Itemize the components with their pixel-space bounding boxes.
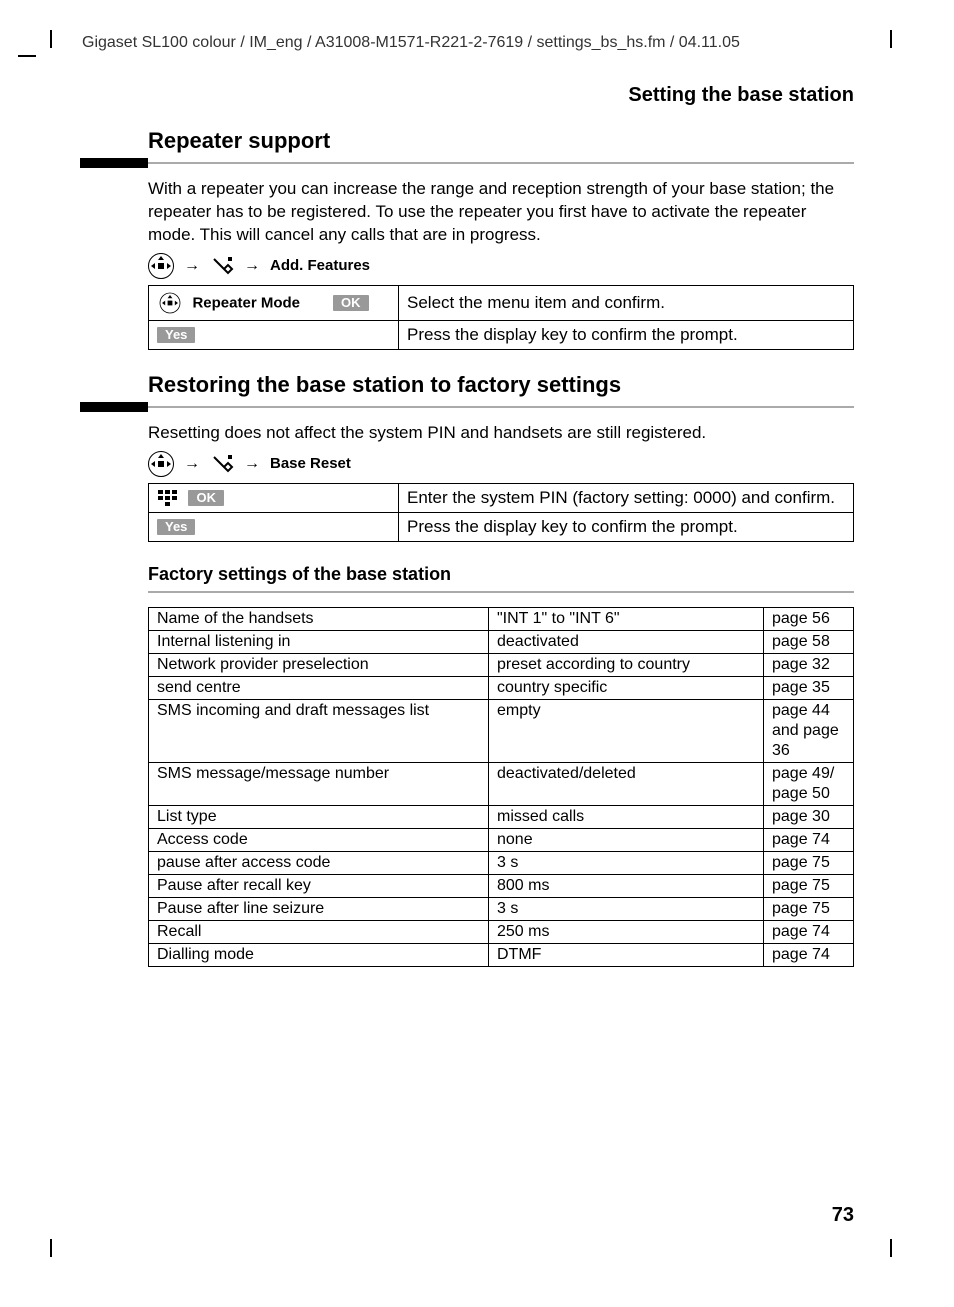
wrench-icon — [210, 453, 234, 475]
nav-icon — [148, 451, 174, 477]
paragraph: With a repeater you can increase the ran… — [148, 178, 854, 247]
table-cell: page 35 — [764, 676, 854, 699]
table-cell: page 74 — [764, 828, 854, 851]
table-row: Repeater Mode OK Select the menu item an… — [149, 285, 854, 320]
table-row: Yes Press the display key to confirm the… — [149, 512, 854, 541]
table-cell: page 75 — [764, 874, 854, 897]
table-cell: page 75 — [764, 851, 854, 874]
table-cell: Network provider preselection — [149, 653, 489, 676]
crop-mark — [890, 30, 892, 48]
table-cell: deactivated — [489, 630, 764, 653]
step-table: Repeater Mode OK Select the menu item an… — [148, 285, 854, 350]
table-cell: none — [489, 828, 764, 851]
table-cell: DTMF — [489, 943, 764, 966]
menu-item-label: Repeater Mode — [192, 294, 300, 311]
table-row: Pause after recall key800 mspage 75 — [149, 874, 854, 897]
table-cell: Recall — [149, 920, 489, 943]
table-row: Network provider preselectionpreset acco… — [149, 653, 854, 676]
table-cell: pause after access code — [149, 851, 489, 874]
table-row: Access codenonepage 74 — [149, 828, 854, 851]
arrow-icon: → — [244, 455, 260, 473]
factory-settings-table: Name of the handsets"INT 1" to "INT 6"pa… — [148, 607, 854, 967]
document-header: Gigaset SL100 colour / IM_eng / A31008-M… — [82, 34, 854, 52]
table-cell: page 58 — [764, 630, 854, 653]
table-cell: Dialling mode — [149, 943, 489, 966]
table-row: Dialling modeDTMFpage 74 — [149, 943, 854, 966]
page-title: Setting the base station — [628, 84, 854, 107]
step-description: Press the display key to confirm the pro… — [399, 512, 854, 541]
table-cell: 250 ms — [489, 920, 764, 943]
paragraph: Resetting does not affect the system PIN… — [148, 422, 854, 445]
arrow-icon: → — [184, 257, 200, 275]
table-row: Internal listening indeactivatedpage 58 — [149, 630, 854, 653]
crop-mark — [50, 30, 52, 48]
subsection-title: Factory settings of the base station — [148, 564, 854, 585]
table-cell: empty — [489, 699, 764, 762]
table-cell: send centre — [149, 676, 489, 699]
table-cell: page 75 — [764, 897, 854, 920]
table-cell: country specific — [489, 676, 764, 699]
table-cell: page 74 — [764, 920, 854, 943]
crop-mark — [890, 1239, 892, 1257]
table-cell: page 74 — [764, 943, 854, 966]
ok-key: OK — [333, 295, 369, 311]
keypad-icon — [157, 489, 179, 507]
arrow-icon: → — [244, 257, 260, 275]
table-cell: missed calls — [489, 805, 764, 828]
table-cell: page 32 — [764, 653, 854, 676]
table-row: SMS message/message numberdeactivated/de… — [149, 762, 854, 805]
table-cell: Name of the handsets — [149, 607, 489, 630]
table-cell: Access code — [149, 828, 489, 851]
table-cell: page 30 — [764, 805, 854, 828]
section-rule — [80, 402, 854, 412]
table-row: OK Enter the system PIN (factory setting… — [149, 483, 854, 512]
table-row: Yes Press the display key to confirm the… — [149, 320, 854, 349]
subsection-rule — [148, 591, 854, 593]
table-cell: SMS incoming and draft messages list — [149, 699, 489, 762]
step-description: Press the display key to confirm the pro… — [399, 320, 854, 349]
table-cell: preset according to country — [489, 653, 764, 676]
section-rule — [80, 158, 854, 168]
table-cell: 3 s — [489, 897, 764, 920]
step-description: Enter the system PIN (factory setting: 0… — [399, 483, 854, 512]
crop-mark — [18, 55, 36, 57]
table-cell: 800 ms — [489, 874, 764, 897]
table-row: List typemissed callspage 30 — [149, 805, 854, 828]
step-table: OK Enter the system PIN (factory setting… — [148, 483, 854, 542]
section-title: Restoring the base station to factory se… — [148, 372, 854, 398]
ok-key: OK — [188, 490, 224, 506]
section-title: Repeater support — [148, 128, 854, 154]
table-row: Pause after line seizure3 spage 75 — [149, 897, 854, 920]
wrench-icon — [210, 255, 234, 277]
menu-path: → → Add. Features — [148, 253, 854, 279]
table-cell: Internal listening in — [149, 630, 489, 653]
table-cell: "INT 1" to "INT 6" — [489, 607, 764, 630]
table-cell: Pause after line seizure — [149, 897, 489, 920]
menu-label: Base Reset — [270, 455, 351, 472]
table-cell: Pause after recall key — [149, 874, 489, 897]
page-number: 73 — [832, 1204, 854, 1227]
yes-key: Yes — [157, 519, 195, 535]
yes-key: Yes — [157, 327, 195, 343]
arrow-icon: → — [184, 455, 200, 473]
menu-label: Add. Features — [270, 257, 370, 274]
table-row: Recall250 mspage 74 — [149, 920, 854, 943]
table-row: send centrecountry specificpage 35 — [149, 676, 854, 699]
table-cell: page 44 and page 36 — [764, 699, 854, 762]
table-cell: deactivated/deleted — [489, 762, 764, 805]
table-row: Name of the handsets"INT 1" to "INT 6"pa… — [149, 607, 854, 630]
crop-mark — [50, 1239, 52, 1257]
nav-icon — [148, 253, 174, 279]
table-cell: page 56 — [764, 607, 854, 630]
table-row: pause after access code3 spage 75 — [149, 851, 854, 874]
nav-icon — [160, 292, 181, 313]
table-cell: SMS message/message number — [149, 762, 489, 805]
table-cell: 3 s — [489, 851, 764, 874]
table-cell: List type — [149, 805, 489, 828]
table-row: SMS incoming and draft messages listempt… — [149, 699, 854, 762]
step-description: Select the menu item and confirm. — [399, 285, 854, 320]
table-cell: page 49/ page 50 — [764, 762, 854, 805]
menu-path: → → Base Reset — [148, 451, 854, 477]
